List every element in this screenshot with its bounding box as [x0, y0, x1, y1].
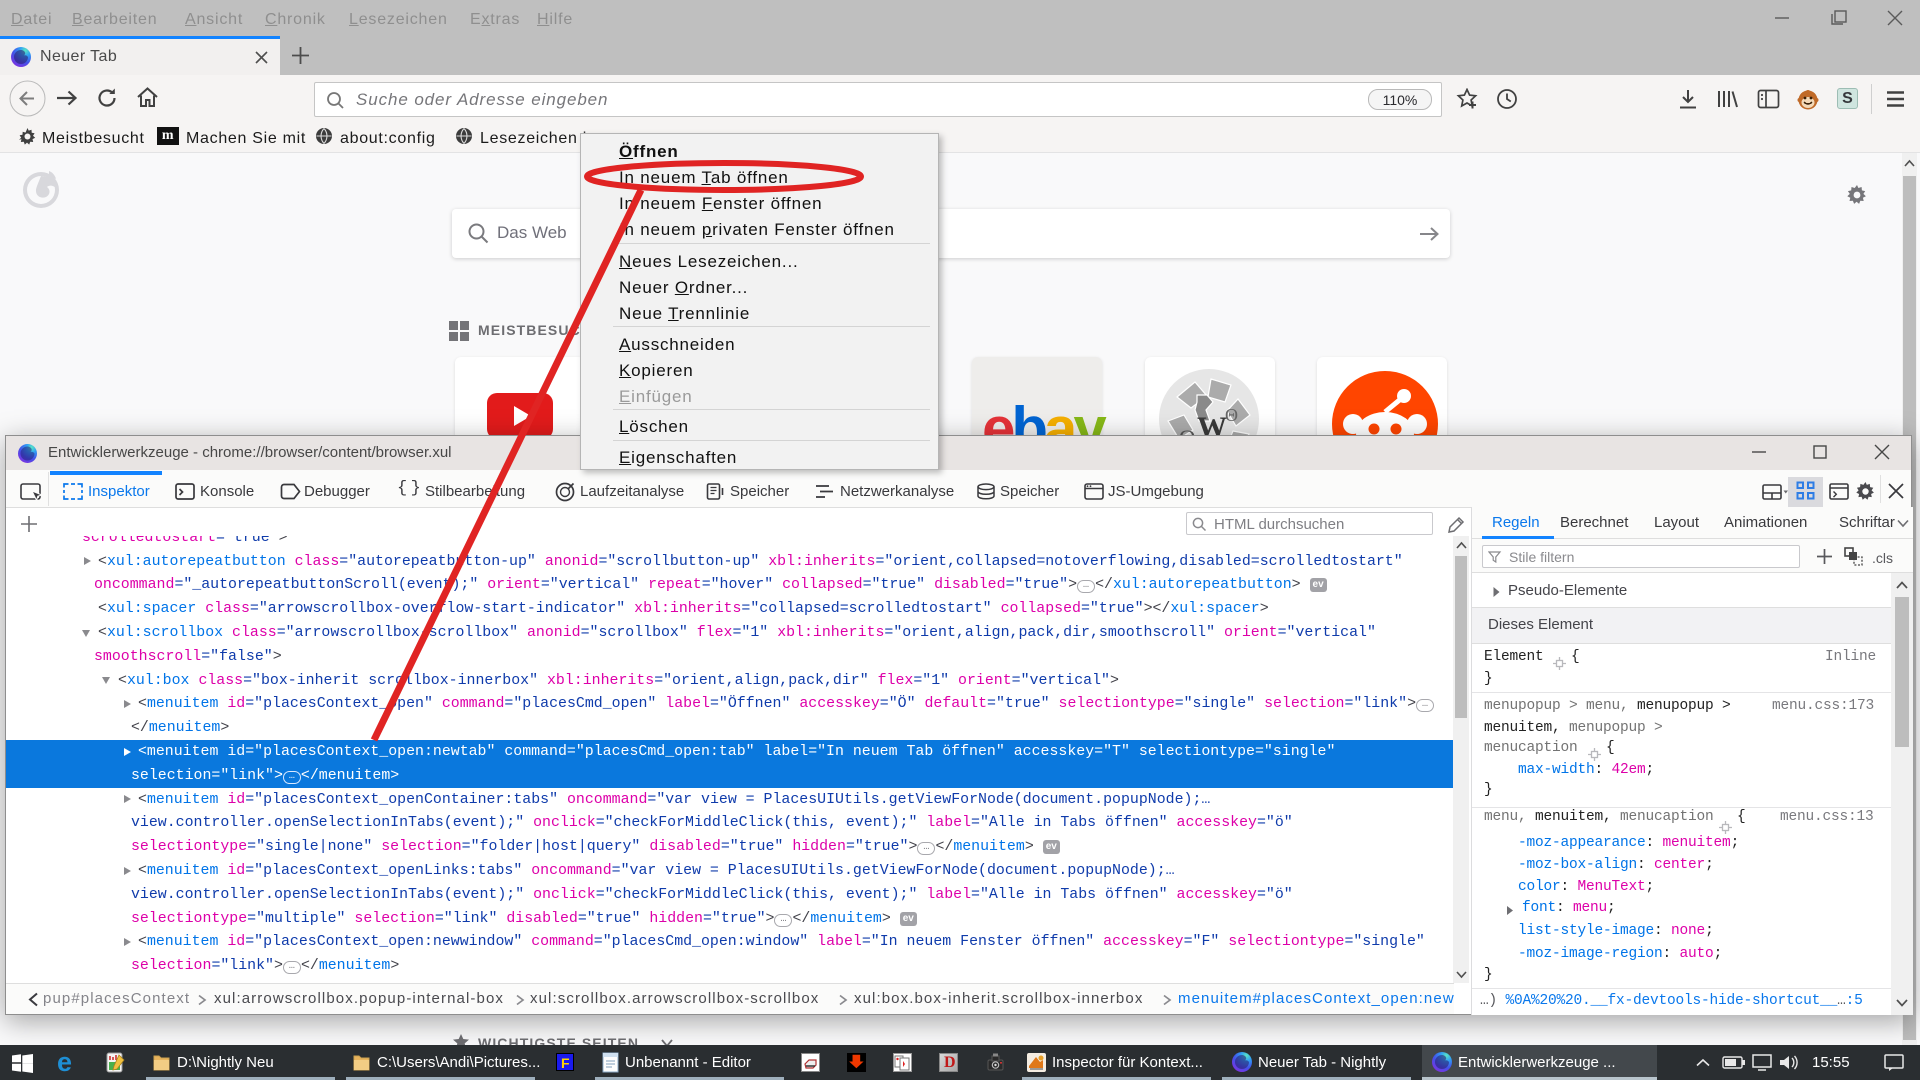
svg-text:Θ: Θ [1225, 405, 1238, 425]
